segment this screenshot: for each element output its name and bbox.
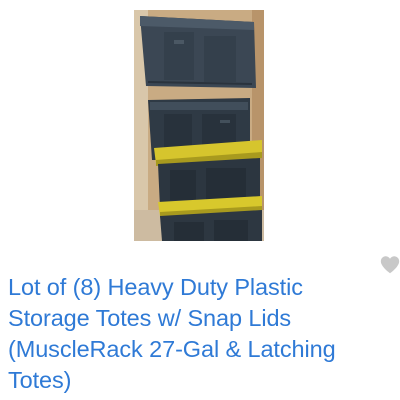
favorite-heart-icon[interactable] [379,254,400,276]
product-photo[interactable] [134,10,264,241]
listing-page: Lot of (8) Heavy Duty Plastic Storage To… [0,0,400,400]
listing-title-link[interactable]: Lot of (8) Heavy Duty Plastic Storage To… [8,272,378,396]
